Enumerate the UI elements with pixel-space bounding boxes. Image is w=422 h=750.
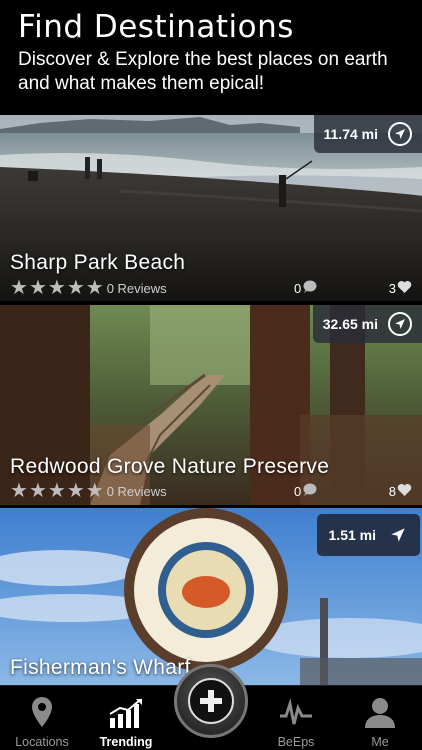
navigate-icon[interactable] [388, 122, 412, 146]
add-destination-button[interactable] [174, 664, 248, 738]
heart-icon [397, 280, 412, 297]
distance-badge[interactable]: 1.51 mi [316, 514, 420, 556]
distance-badge[interactable]: 11.74 mi [313, 115, 422, 153]
page-title: Find Destinations [18, 9, 294, 45]
destination-meta: ★ ★ ★ ★ ★ 0 Reviews 0 3 [10, 277, 412, 299]
star-icon: ★ [28, 277, 47, 299]
page-subtitle: Discover & Explore the best places on ea… [18, 49, 388, 94]
destination-name[interactable]: Fisherman's Wharf [10, 656, 191, 680]
bottom-tab-bar: Locations Trending BeEps Me [0, 664, 422, 750]
likes-button[interactable]: 3 [389, 280, 412, 297]
comments-button[interactable]: 0 [294, 483, 317, 500]
heart-icon [397, 483, 412, 500]
tab-label: Me [371, 735, 389, 749]
tab-label: BeEps [277, 735, 315, 749]
star-icon: ★ [28, 480, 47, 502]
star-icon: ★ [85, 480, 104, 502]
star-icon: ★ [10, 480, 28, 502]
destination-card-redwood-grove[interactable]: 32.65 mi Redwood Grove Nature Preserve ★… [0, 305, 422, 505]
reviews-count[interactable]: 0 Reviews [107, 484, 167, 499]
destination-meta: ★ ★ ★ ★ ★ 0 Reviews 0 8 [10, 480, 412, 502]
comments-count: 0 [294, 280, 302, 296]
tab-label: Trending [99, 735, 153, 749]
rating-stars[interactable]: ★ ★ ★ ★ ★ [10, 481, 104, 501]
tab-beeps[interactable]: BeEps [254, 686, 338, 750]
likes-count: 3 [388, 280, 396, 296]
trending-chart-icon [108, 698, 144, 731]
plus-icon [188, 678, 234, 724]
distance-label: 32.65 mi [322, 316, 378, 332]
destination-name[interactable]: Redwood Grove Nature Preserve [10, 455, 329, 479]
distance-label: 11.74 mi [323, 126, 379, 142]
tab-me[interactable]: Me [338, 686, 422, 750]
user-icon [363, 696, 397, 731]
star-icon: ★ [47, 480, 66, 502]
comments-button[interactable]: 0 [294, 280, 317, 297]
destination-card-fishermans-wharf[interactable]: 1.51 mi Fisherman's Wharf [0, 508, 422, 685]
destination-name[interactable]: Sharp Park Beach [10, 251, 185, 275]
destination-card-sharp-park-beach[interactable]: 11.74 mi Sharp Park Beach ★ ★ ★ ★ ★ 0 Re… [0, 115, 422, 301]
distance-label: 1.51 mi [328, 527, 376, 543]
reviews-count[interactable]: 0 Reviews [107, 281, 167, 296]
star-icon: ★ [66, 480, 85, 502]
tab-label: Locations [15, 735, 69, 749]
comments-count: 0 [294, 483, 302, 499]
pulse-wave-icon [278, 698, 314, 731]
star-icon: ★ [47, 277, 66, 299]
star-icon: ★ [66, 277, 85, 299]
page-header: Find Destinations Discover & Explore the… [0, 0, 422, 115]
distance-badge[interactable]: 32.65 mi [312, 305, 422, 343]
likes-button[interactable]: 8 [389, 483, 412, 500]
navigate-icon[interactable] [386, 523, 410, 547]
likes-count: 8 [388, 483, 396, 499]
star-icon: ★ [85, 277, 104, 299]
tab-locations[interactable]: Locations [0, 686, 84, 750]
comment-bubble-icon [302, 280, 317, 297]
star-icon: ★ [10, 277, 28, 299]
map-pin-icon [31, 696, 53, 731]
comment-bubble-icon [302, 483, 317, 500]
rating-stars[interactable]: ★ ★ ★ ★ ★ [10, 278, 104, 298]
navigate-icon[interactable] [388, 312, 412, 336]
tab-trending[interactable]: Trending [84, 686, 168, 750]
